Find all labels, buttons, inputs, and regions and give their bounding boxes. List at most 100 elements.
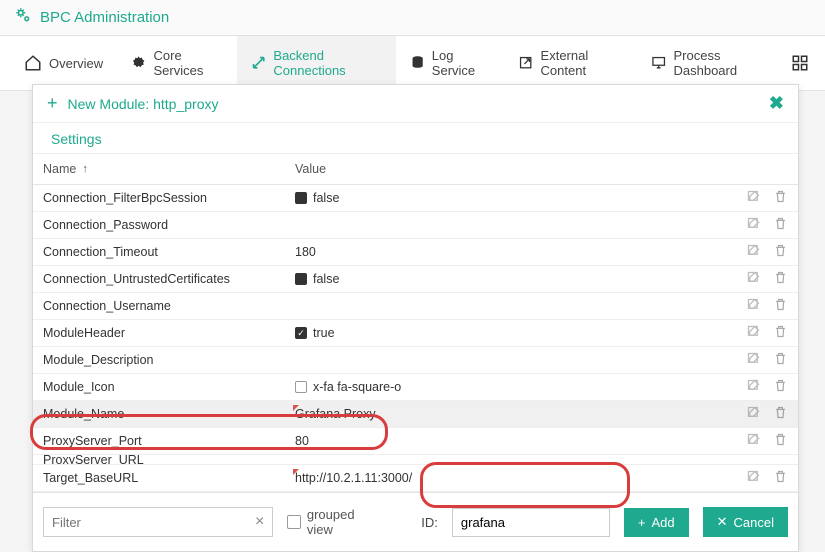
id-label: ID: xyxy=(421,515,438,530)
table-row[interactable]: Connection_Password xyxy=(33,212,798,239)
delete-icon[interactable] xyxy=(773,270,788,288)
setting-name: Connection_Username xyxy=(43,299,295,313)
tab-process-dashboard[interactable]: Process Dashboard xyxy=(637,36,785,90)
grouped-view-toggle[interactable]: grouped view xyxy=(287,507,381,537)
setting-name: Connection_Timeout xyxy=(43,245,295,259)
table-row[interactable]: ProxyServer_Port 80 xyxy=(33,428,798,455)
filter-input-wrapper: × xyxy=(43,507,273,537)
grid-icon xyxy=(791,54,809,72)
checkbox-checked-icon: ✓ xyxy=(295,327,307,339)
table-row[interactable]: Target_BaseURL http://10.2.1.11:3000/ xyxy=(33,465,798,492)
panel-subtitle: Settings xyxy=(33,123,798,154)
col-name-header[interactable]: Name↑ xyxy=(43,162,295,176)
close-icon: ✕ xyxy=(717,514,728,530)
setting-value: Grafana Proxy xyxy=(295,407,718,421)
setting-value: ✓true xyxy=(295,326,718,340)
table-row[interactable]: ProxyServer_URL xyxy=(33,455,798,465)
gears-icon xyxy=(14,6,32,29)
external-icon xyxy=(518,54,533,72)
edit-icon[interactable] xyxy=(746,270,761,288)
checkbox-icon xyxy=(295,273,307,285)
tab-core-services[interactable]: Core Services xyxy=(117,36,237,90)
setting-value: false xyxy=(295,272,718,286)
delete-icon[interactable] xyxy=(773,189,788,207)
setting-name: Connection_UntrustedCertificates xyxy=(43,272,295,286)
arrows-icon xyxy=(251,54,266,72)
delete-icon[interactable] xyxy=(773,378,788,396)
tab-label: Process Dashboard xyxy=(674,48,772,78)
id-input[interactable] xyxy=(452,508,610,537)
tab-more[interactable] xyxy=(785,42,815,84)
setting-name: ProxyServer_URL xyxy=(43,455,295,465)
checkbox-icon xyxy=(287,515,301,529)
database-icon xyxy=(410,54,425,72)
edit-icon[interactable] xyxy=(746,216,761,234)
table-row[interactable]: Module_Description xyxy=(33,347,798,374)
delete-icon[interactable] xyxy=(773,469,788,487)
delete-icon[interactable] xyxy=(773,351,788,369)
setting-name: Connection_FilterBpcSession xyxy=(43,191,295,205)
table-row[interactable]: Connection_Username xyxy=(33,293,798,320)
edit-icon[interactable] xyxy=(746,469,761,487)
app-header: BPC Administration xyxy=(0,0,825,36)
panel-title: New Module: http_proxy xyxy=(68,96,219,112)
tab-label: Core Services xyxy=(154,48,224,78)
tab-log-service[interactable]: Log Service xyxy=(396,36,505,90)
edit-icon[interactable] xyxy=(746,351,761,369)
filter-input[interactable] xyxy=(52,515,255,530)
tab-label: Overview xyxy=(49,56,103,71)
app-title: BPC Administration xyxy=(40,9,169,26)
table-row[interactable]: Module_Name Grafana Proxy xyxy=(33,401,798,428)
tab-label: Log Service xyxy=(432,48,490,78)
setting-name: Module_Icon xyxy=(43,380,295,394)
edit-icon[interactable] xyxy=(746,378,761,396)
setting-name: Module_Name xyxy=(43,407,295,421)
setting-value: http://10.2.1.11:3000/ xyxy=(295,471,718,485)
nav-tabs: Overview Core Services Backend Connectio… xyxy=(0,36,825,91)
settings-table: Connection_FilterBpcSession false Connec… xyxy=(33,185,798,492)
clear-icon[interactable]: × xyxy=(255,513,264,531)
edit-icon[interactable] xyxy=(746,297,761,315)
delete-icon[interactable] xyxy=(773,405,788,423)
table-row[interactable]: Module_Icon x-fa fa-square-o xyxy=(33,374,798,401)
table-row[interactable]: Connection_UntrustedCertificates false xyxy=(33,266,798,293)
edit-icon[interactable] xyxy=(746,405,761,423)
panel-header: + New Module: http_proxy ✖ xyxy=(33,85,798,123)
delete-icon[interactable] xyxy=(773,297,788,315)
plus-icon: + xyxy=(638,515,646,530)
close-icon[interactable]: ✖ xyxy=(769,93,784,114)
cancel-button[interactable]: ✕ Cancel xyxy=(703,507,788,537)
edit-icon[interactable] xyxy=(746,324,761,342)
delete-icon[interactable] xyxy=(773,324,788,342)
delete-icon[interactable] xyxy=(773,432,788,450)
table-row[interactable]: ModuleHeader ✓true xyxy=(33,320,798,347)
grouped-label: grouped view xyxy=(307,507,381,537)
setting-name: ModuleHeader xyxy=(43,326,295,340)
panel-footer: × grouped view ID: + Add ✕ Cancel xyxy=(33,492,798,551)
setting-value: x-fa fa-square-o xyxy=(295,380,718,394)
col-value-header[interactable]: Value xyxy=(295,162,718,176)
delete-icon[interactable] xyxy=(773,216,788,234)
setting-name: Connection_Password xyxy=(43,218,295,232)
tab-label: Backend Connections xyxy=(273,48,381,78)
home-icon xyxy=(24,54,42,72)
edit-icon[interactable] xyxy=(746,243,761,261)
table-row[interactable]: Connection_Timeout 180 xyxy=(33,239,798,266)
plus-icon: + xyxy=(47,93,58,114)
table-header: Name↑ Value xyxy=(33,154,798,185)
setting-value: false xyxy=(295,191,718,205)
square-icon xyxy=(295,381,307,393)
tab-external-content[interactable]: External Content xyxy=(504,36,637,90)
checkbox-icon xyxy=(295,192,307,204)
setting-value: 180 xyxy=(295,245,718,259)
tab-overview[interactable]: Overview xyxy=(10,42,117,84)
setting-name: Module_Description xyxy=(43,353,295,367)
setting-name: ProxyServer_Port xyxy=(43,434,295,448)
sort-asc-icon: ↑ xyxy=(82,163,88,175)
edit-icon[interactable] xyxy=(746,432,761,450)
edit-icon[interactable] xyxy=(746,189,761,207)
table-row[interactable]: Connection_FilterBpcSession false xyxy=(33,185,798,212)
add-button[interactable]: + Add xyxy=(624,508,689,537)
delete-icon[interactable] xyxy=(773,243,788,261)
tab-backend-connections[interactable]: Backend Connections xyxy=(237,36,395,90)
